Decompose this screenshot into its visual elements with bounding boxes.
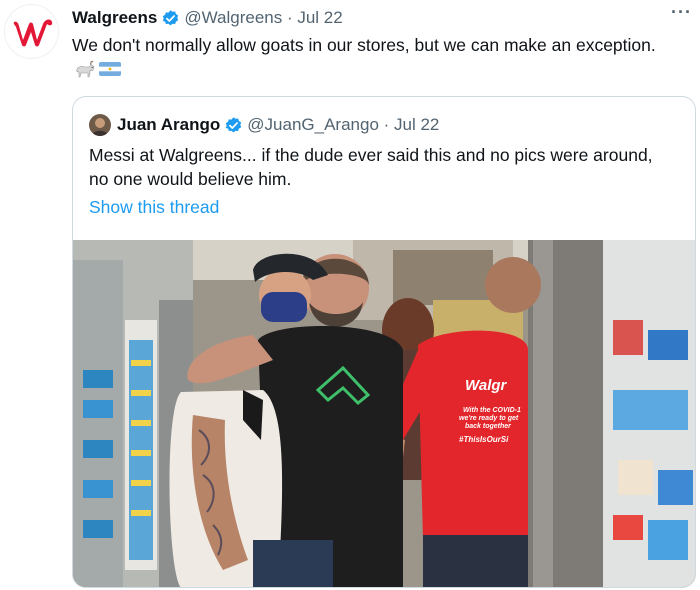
quoted-author-handle[interactable]: @JuanG_Arango (247, 115, 379, 135)
goat-emoji (76, 61, 95, 78)
quoted-author-name[interactable]: Juan Arango (117, 115, 220, 135)
shirt-text-line-2: With the COVID-1 (463, 407, 521, 414)
photo-illustration: Walgr With the COVID-1 we're ready to ge… (73, 240, 695, 587)
author-handle[interactable]: @Walgreens (184, 8, 282, 28)
juan-arango-avatar[interactable] (89, 114, 111, 136)
shirt-text-line-3: we're ready to get (459, 415, 519, 422)
quoted-tweet-header: Juan Arango @JuanG_Arango · Jul 22 (89, 113, 439, 137)
quoted-text-line-1: Messi at Walgreens... if the dude ever s… (89, 145, 653, 165)
show-thread-link[interactable]: Show this thread (89, 197, 219, 218)
shirt-text-line-4: back together (465, 423, 512, 430)
store-photo[interactable]: Walgr With the COVID-1 we're ready to ge… (73, 240, 695, 587)
argentina-flag-emoji (99, 62, 121, 76)
quoted-text-line-2: no one would believe him. (89, 169, 292, 189)
tweet-header: Walgreens @Walgreens · Jul 22 (72, 7, 343, 29)
walgreens-logo-icon (13, 19, 52, 46)
quoted-tweet-card[interactable]: Juan Arango @JuanG_Arango · Jul 22 Messi… (72, 96, 696, 588)
shirt-text-line-5: #ThisIsOurSi (459, 435, 509, 444)
separator-dot: · (282, 8, 298, 27)
verified-badge-icon (226, 116, 242, 132)
walgreens-avatar[interactable] (4, 4, 59, 59)
tweet-text: We don't normally allow goats in our sto… (72, 35, 656, 55)
author-name[interactable]: Walgreens (72, 8, 157, 28)
separator-dot: · (378, 115, 395, 134)
more-options-icon[interactable]: ··· (671, 2, 692, 23)
emoji-row (72, 58, 122, 80)
quoted-tweet-date[interactable]: Jul 22 (394, 115, 439, 135)
tweet-date[interactable]: Jul 22 (297, 8, 342, 28)
shirt-text-line-1: Walgr (465, 377, 508, 394)
quoted-tweet-text: Messi at Walgreens... if the dude ever s… (89, 143, 653, 191)
verified-badge-icon (163, 9, 179, 25)
